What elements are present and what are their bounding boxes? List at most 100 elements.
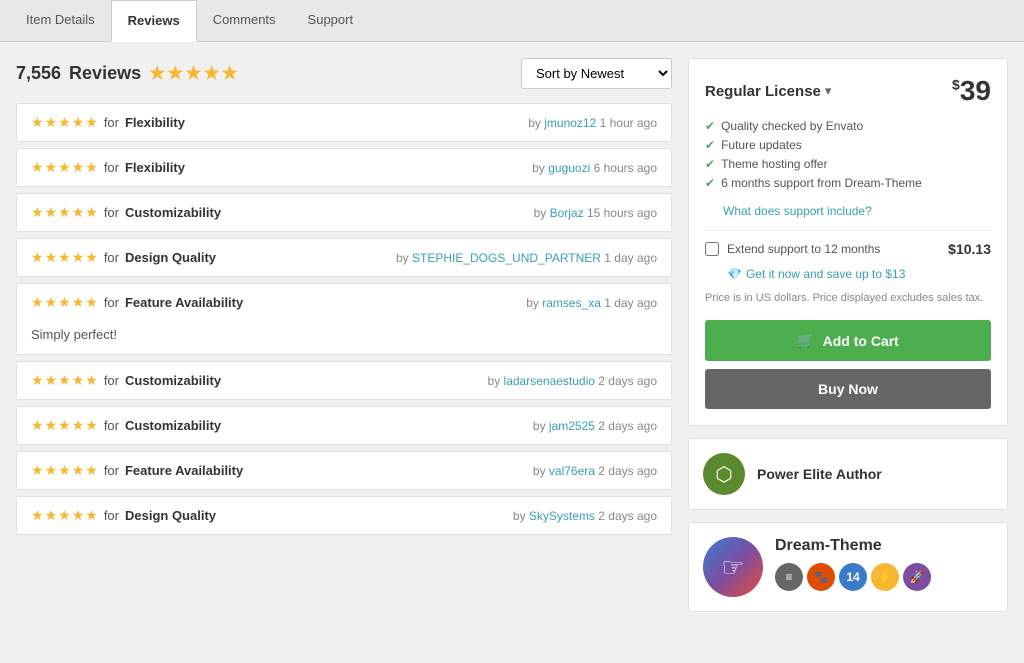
review-row: ★★★★★ for Flexibility by guguozi 6 hours… bbox=[16, 148, 672, 187]
review-category: Feature Availability bbox=[125, 463, 243, 478]
review-star: ★ bbox=[45, 372, 58, 389]
extend-save-link[interactable]: 💎 Get it now and save up to $13 bbox=[727, 267, 991, 281]
buy-now-button[interactable]: Buy Now bbox=[705, 369, 991, 409]
review-star: ★ bbox=[85, 114, 98, 131]
review-body: Simply perfect! bbox=[17, 321, 131, 354]
review-star: ★ bbox=[72, 204, 85, 221]
review-right: by jam2525 2 days ago bbox=[533, 419, 657, 433]
author-badge: ⬡ bbox=[703, 453, 745, 495]
tab-item-details[interactable]: Item Details bbox=[10, 0, 111, 41]
support-link[interactable]: What does support include? bbox=[723, 204, 991, 218]
sort-select[interactable]: Sort by Newest Sort by Oldest Sort by Ra… bbox=[521, 58, 672, 89]
review-star: ★ bbox=[45, 249, 58, 266]
extend-label: Extend support to 12 months bbox=[727, 242, 940, 256]
star-1: ★ bbox=[149, 63, 165, 84]
check-icon-3: ✔ bbox=[705, 157, 715, 171]
review-left: ★★★★★ for Customizability bbox=[31, 417, 221, 434]
review-author[interactable]: jmunoz12 bbox=[544, 116, 596, 130]
author-card: ⬡ Power Elite Author bbox=[688, 438, 1008, 510]
review-right: by guguozi 6 hours ago bbox=[532, 161, 657, 175]
star-3: ★ bbox=[185, 63, 201, 84]
review-row: ★★★★★ for Feature Availability by val76e… bbox=[16, 451, 672, 490]
by-label: by bbox=[532, 161, 548, 175]
review-stars: ★★★★★ bbox=[31, 249, 98, 266]
review-star: ★ bbox=[85, 204, 98, 221]
review-star: ★ bbox=[58, 204, 71, 221]
review-category: Design Quality bbox=[125, 250, 216, 265]
review-author[interactable]: guguozi bbox=[548, 161, 590, 175]
reviews-label: Reviews bbox=[69, 63, 141, 84]
license-card: Regular License ▾ $39 ✔ Quality checked … bbox=[688, 58, 1008, 426]
review-stars: ★★★★★ bbox=[31, 294, 98, 311]
review-category: Customizability bbox=[125, 418, 221, 433]
review-star: ★ bbox=[58, 114, 71, 131]
extend-checkbox[interactable] bbox=[705, 242, 719, 256]
feature-4: ✔ 6 months support from Dream-Theme bbox=[705, 176, 991, 190]
dream-name: Dream-Theme bbox=[775, 537, 993, 555]
tab-item-reviews[interactable]: Reviews bbox=[111, 0, 197, 42]
review-author[interactable]: ladarsenaestudio bbox=[504, 374, 595, 388]
author-badge-icon: ⬡ bbox=[715, 462, 732, 487]
review-author[interactable]: Borjaz bbox=[550, 206, 584, 220]
review-author[interactable]: SkySystems bbox=[529, 509, 595, 523]
review-star: ★ bbox=[31, 204, 44, 221]
review-for: for bbox=[104, 115, 119, 130]
review-category: Flexibility bbox=[125, 160, 185, 175]
review-right: by STEPHIE_DOGS_UND_PARTNER 1 day ago bbox=[396, 251, 657, 265]
reviews-title: 7,556 Reviews ★ ★ ★ ★ ★ bbox=[16, 63, 238, 84]
license-header: Regular License ▾ $39 bbox=[705, 75, 991, 107]
review-stars: ★★★★★ bbox=[31, 114, 98, 131]
review-left: ★★★★★ for Feature Availability bbox=[31, 294, 243, 311]
review-author[interactable]: ramses_xa bbox=[542, 296, 601, 310]
review-category: Customizability bbox=[125, 205, 221, 220]
review-category: Customizability bbox=[125, 373, 221, 388]
review-time: 2 days ago bbox=[598, 374, 657, 388]
review-row: ★★★★★ for Flexibility by jmunoz12 1 hour… bbox=[16, 103, 672, 142]
review-star: ★ bbox=[31, 114, 44, 131]
review-author[interactable]: STEPHIE_DOGS_UND_PARTNER bbox=[412, 251, 601, 265]
review-row: ★★★★★ for Customizability by jam2525 2 d… bbox=[16, 406, 672, 445]
review-star: ★ bbox=[31, 159, 44, 176]
review-for: for bbox=[104, 295, 119, 310]
review-star: ★ bbox=[45, 204, 58, 221]
add-to-cart-button[interactable]: 🛒 Add to Cart bbox=[705, 320, 991, 361]
feature-1: ✔ Quality checked by Envato bbox=[705, 119, 991, 133]
review-stars: ★★★★★ bbox=[31, 507, 98, 524]
dream-badges: ≡ 🐾 14 ⚡ 🚀 bbox=[775, 563, 993, 591]
tab-item-comments[interactable]: Comments bbox=[197, 0, 292, 41]
review-star: ★ bbox=[72, 114, 85, 131]
review-star: ★ bbox=[58, 462, 71, 479]
review-time: 6 hours ago bbox=[594, 161, 657, 175]
dream-card: ☞ Dream-Theme ≡ 🐾 14 ⚡ 🚀 bbox=[688, 522, 1008, 612]
review-star: ★ bbox=[45, 294, 58, 311]
review-star: ★ bbox=[72, 372, 85, 389]
review-category: Flexibility bbox=[125, 115, 185, 130]
review-author[interactable]: jam2525 bbox=[549, 419, 595, 433]
dream-info: Dream-Theme ≡ 🐾 14 ⚡ 🚀 bbox=[775, 537, 993, 597]
review-star: ★ bbox=[31, 294, 44, 311]
review-star: ★ bbox=[85, 417, 98, 434]
review-stars: ★★★★★ bbox=[31, 462, 98, 479]
review-row: ★★★★★ for Customizability by Borjaz 15 h… bbox=[16, 193, 672, 232]
license-features: ✔ Quality checked by Envato ✔ Future upd… bbox=[705, 119, 991, 190]
license-price: $39 bbox=[952, 75, 991, 107]
review-star: ★ bbox=[31, 249, 44, 266]
diamond-icon: 💎 bbox=[727, 267, 742, 281]
license-dropdown-icon[interactable]: ▾ bbox=[825, 83, 832, 99]
review-row: ★★★★★ for Design Quality by SkySystems 2… bbox=[16, 496, 672, 535]
review-star: ★ bbox=[58, 372, 71, 389]
extend-price: $10.13 bbox=[948, 241, 991, 257]
reviews-count: 7,556 bbox=[16, 63, 61, 84]
review-star: ★ bbox=[72, 417, 85, 434]
review-time: 15 hours ago bbox=[587, 206, 657, 220]
tab-item-support[interactable]: Support bbox=[292, 0, 370, 41]
review-star: ★ bbox=[72, 159, 85, 176]
review-star: ★ bbox=[72, 507, 85, 524]
review-star: ★ bbox=[31, 417, 44, 434]
review-author[interactable]: val76era bbox=[549, 464, 595, 478]
review-time: 1 day ago bbox=[604, 296, 657, 310]
review-right: by SkySystems 2 days ago bbox=[513, 509, 657, 523]
review-time: 2 days ago bbox=[598, 509, 657, 523]
review-star: ★ bbox=[85, 249, 98, 266]
review-star: ★ bbox=[58, 507, 71, 524]
